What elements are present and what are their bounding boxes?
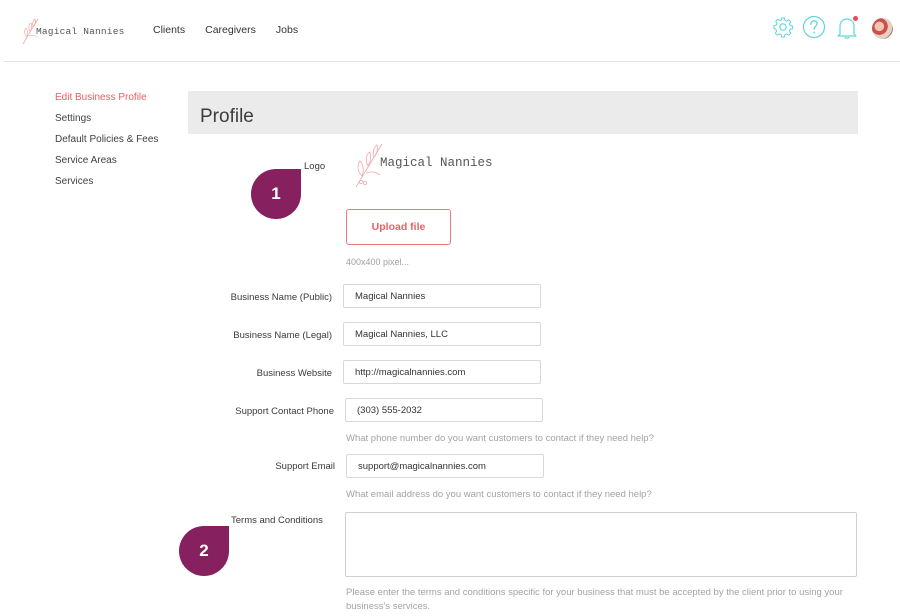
sidebar-item-service-areas[interactable]: Service Areas	[55, 154, 158, 175]
support-email-label: Support Email	[275, 461, 335, 472]
page-title: Profile	[200, 106, 254, 127]
support-phone-hint: What phone number do you want customers …	[346, 433, 654, 444]
main-nav: Clients Caregivers Jobs	[153, 24, 298, 36]
nav-caregivers[interactable]: Caregivers	[205, 24, 256, 36]
gear-icon[interactable]	[772, 16, 794, 38]
terms-label: Terms and Conditions	[231, 515, 323, 526]
business-website-input[interactable]	[343, 360, 541, 384]
business-name-public-label: Business Name (Public)	[230, 292, 332, 303]
step-badge-2: 2	[179, 526, 229, 576]
sidebar-item-edit-business-profile[interactable]: Edit Business Profile	[55, 91, 158, 112]
business-website-label: Business Website	[256, 368, 332, 379]
support-phone-input[interactable]	[345, 398, 543, 422]
support-email-input[interactable]	[346, 454, 544, 478]
nav-clients[interactable]: Clients	[153, 24, 185, 36]
terms-textarea[interactable]	[345, 512, 857, 577]
upload-hint: 400x400 pixel...	[346, 257, 410, 267]
upload-file-button[interactable]: Upload file	[346, 209, 451, 245]
avatar[interactable]	[872, 18, 893, 39]
sidebar-item-default-policies-fees[interactable]: Default Policies & Fees	[55, 133, 158, 154]
sidebar-item-services[interactable]: Services	[55, 175, 158, 196]
profile-header: Profile	[188, 91, 858, 134]
settings-sidebar: Edit Business Profile Settings Default P…	[55, 91, 158, 196]
notifications-button[interactable]	[836, 16, 858, 40]
top-bar: Magical Nannies Clients Caregivers Jobs	[0, 0, 900, 61]
notification-dot	[853, 16, 858, 21]
brand-name: Magical Nannies	[36, 25, 125, 37]
support-email-hint: What email address do you want customers…	[346, 489, 652, 500]
business-name-legal-label: Business Name (Legal)	[233, 330, 332, 341]
help-circle-icon[interactable]	[802, 15, 826, 39]
step-badge-1: 1	[251, 169, 301, 219]
business-logo-preview: Magical Nannies	[352, 140, 512, 190]
brand-logo[interactable]: Magical Nannies	[20, 16, 125, 46]
logo-label: Logo	[304, 161, 326, 172]
terms-hint: Please enter the terms and conditions sp…	[346, 587, 843, 612]
logo-text: Magical Nannies	[380, 156, 493, 170]
header-divider	[4, 61, 900, 62]
sidebar-item-settings[interactable]: Settings	[55, 112, 158, 133]
business-name-legal-input[interactable]	[343, 322, 541, 346]
business-name-public-input[interactable]	[343, 284, 541, 308]
support-phone-label: Support Contact Phone	[235, 406, 334, 417]
nav-jobs[interactable]: Jobs	[276, 24, 298, 36]
